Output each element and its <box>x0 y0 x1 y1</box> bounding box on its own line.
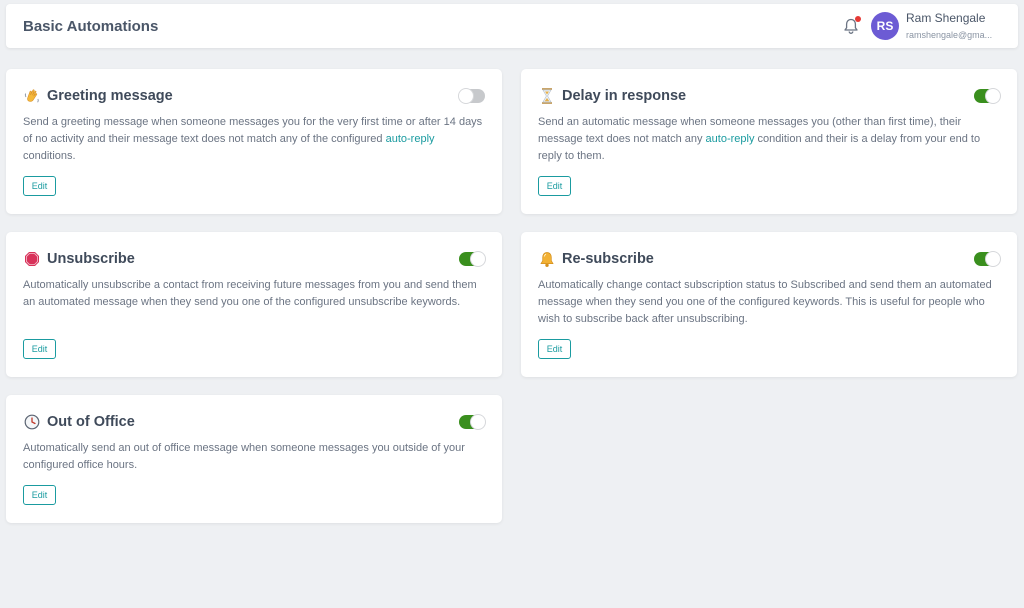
description-text-end: conditions. <box>23 150 76 162</box>
card-description: Send a greeting message when someone mes… <box>23 114 485 165</box>
card-description: Automatically send an out of office mess… <box>23 442 465 471</box>
automation-card-out-of-office: Out of Office Automatically send an out … <box>6 395 502 523</box>
hourglass-icon <box>538 87 556 105</box>
automation-card-unsubscribe: Unsubscribe Automatically unsubscribe a … <box>6 232 502 377</box>
clock-icon <box>23 413 41 431</box>
avatar[interactable]: RS <box>871 12 899 40</box>
automation-card-resubscribe: Re-subscribe Automatically change contac… <box>521 232 1017 377</box>
toggle-knob <box>986 252 1000 266</box>
page-title: Basic Automations <box>23 17 159 35</box>
user-name: Ram Shengale <box>906 10 986 25</box>
edit-unsubscribe-button[interactable]: Edit <box>23 339 56 359</box>
card-title: Unsubscribe <box>47 251 135 267</box>
toggle-knob <box>471 415 485 429</box>
auto-reply-link[interactable]: auto-reply <box>706 133 755 145</box>
edit-out-of-office-button[interactable]: Edit <box>23 485 56 505</box>
user-info[interactable]: Ram Shengale ramshengale@gma... <box>906 11 1000 42</box>
unsubscribe-toggle[interactable] <box>459 252 485 266</box>
edit-greeting-button[interactable]: Edit <box>23 176 56 196</box>
edit-resubscribe-button[interactable]: Edit <box>538 339 571 359</box>
resubscribe-toggle[interactable] <box>974 252 1000 266</box>
card-description: Send an automatic message when someone m… <box>538 114 1000 165</box>
toggle-knob <box>471 252 485 266</box>
user-email: ramshengale@gma... <box>906 29 993 40</box>
notification-bell-icon[interactable] <box>842 16 861 35</box>
automation-card-greeting: Greeting message Send a greeting message… <box>6 69 502 214</box>
card-title: Delay in response <box>562 88 687 104</box>
automation-card-delay: Delay in response Send an automatic mess… <box>521 69 1017 214</box>
greeting-toggle[interactable] <box>459 89 485 103</box>
waving-hand-icon <box>23 87 41 105</box>
auto-reply-link[interactable]: auto-reply <box>386 133 435 145</box>
bell-icon <box>538 250 556 268</box>
card-description: Automatically unsubscribe a contact from… <box>23 279 477 308</box>
top-bar: Basic Automations RS Ram Shengale ramshe… <box>6 4 1018 48</box>
card-title: Out of Office <box>47 414 135 430</box>
out-of-office-toggle[interactable] <box>459 415 485 429</box>
toggle-knob <box>459 89 473 103</box>
card-title: Greeting message <box>47 88 173 104</box>
edit-delay-button[interactable]: Edit <box>538 176 571 196</box>
user-area: RS Ram Shengale ramshengale@gma... <box>842 11 1000 42</box>
card-title: Re-subscribe <box>562 251 654 267</box>
delay-toggle[interactable] <box>974 89 1000 103</box>
card-description: Automatically change contact subscriptio… <box>538 279 992 325</box>
stop-sign-icon <box>23 250 41 268</box>
notification-dot <box>855 16 861 22</box>
toggle-knob <box>986 89 1000 103</box>
